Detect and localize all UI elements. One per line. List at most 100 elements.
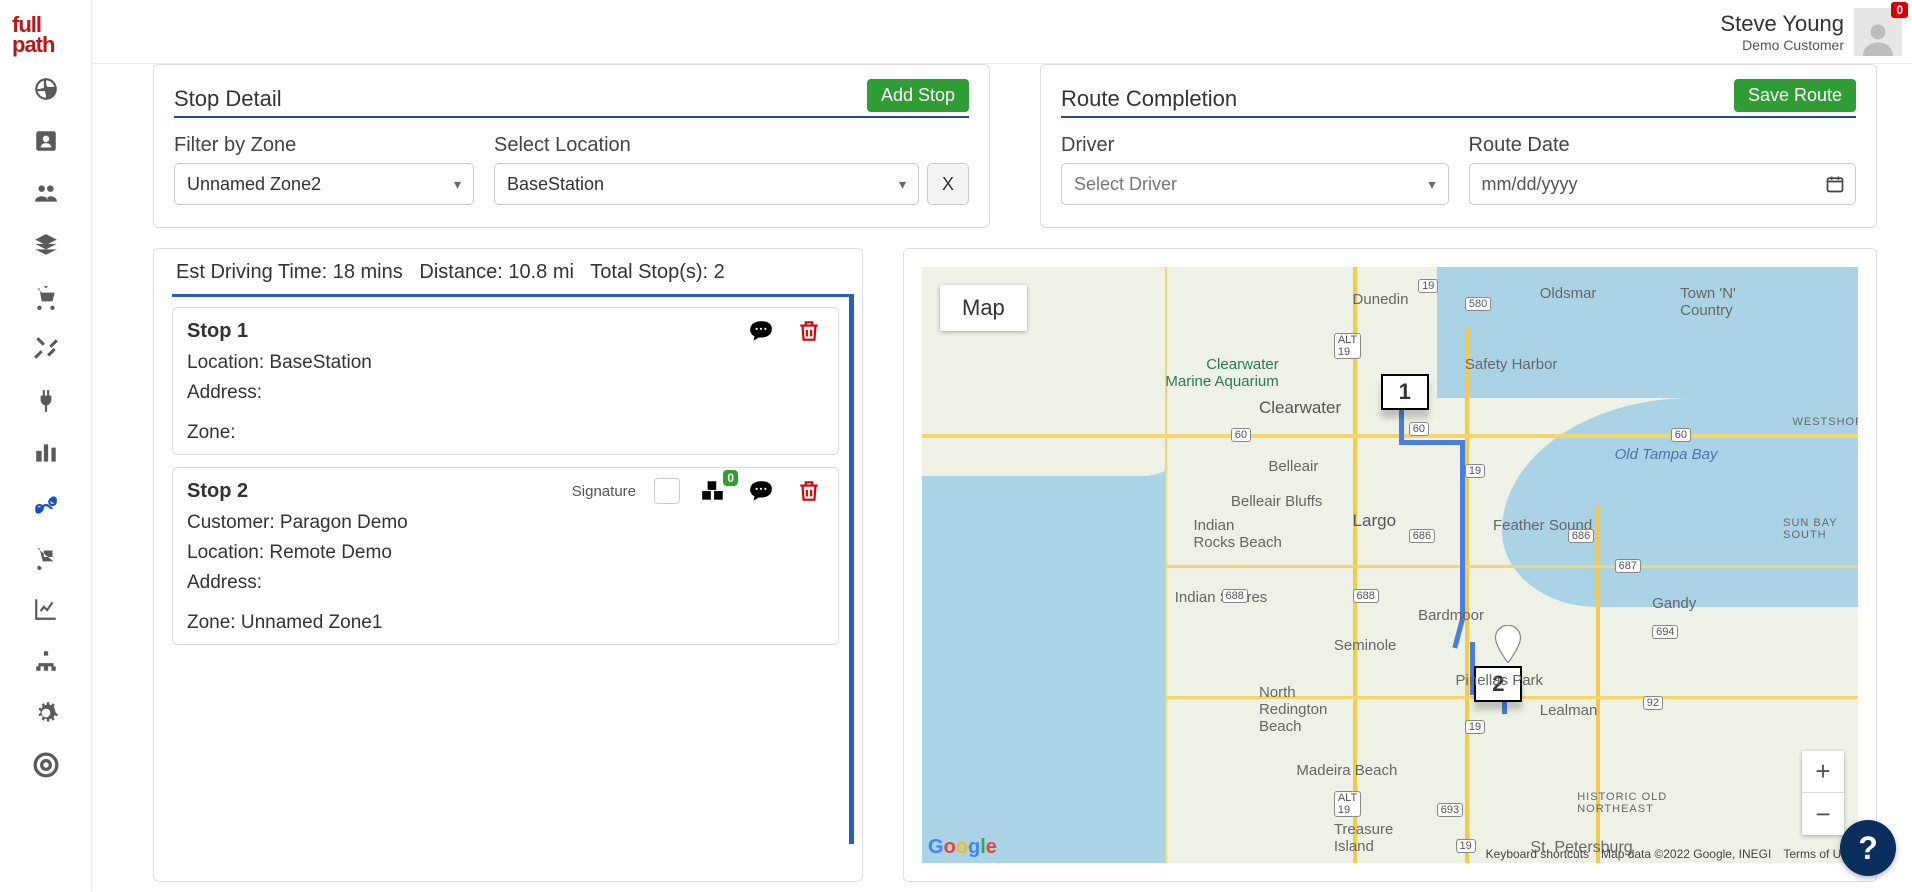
map-label: Indian Rocks Beach xyxy=(1193,517,1281,551)
map-marker-1[interactable]: 1 xyxy=(1381,374,1429,410)
comment-icon[interactable] xyxy=(746,478,776,504)
stop-address: Address: xyxy=(187,382,824,404)
map-pin-icon xyxy=(1493,625,1523,663)
sidebar: full path xyxy=(0,0,92,892)
stops-panel: Est Driving Time: 18 mins Distance: 10.8… xyxy=(153,248,863,882)
nav-plug-icon[interactable] xyxy=(28,387,64,415)
delete-icon[interactable] xyxy=(794,318,824,344)
zoom-controls: + − xyxy=(1802,751,1844,835)
user-text: Steve Young Demo Customer xyxy=(1720,11,1844,53)
filter-zone-select[interactable]: Unnamed Zone2 ▾ xyxy=(174,163,474,205)
chevron-down-icon: ▾ xyxy=(899,176,906,193)
stat-distance-value: 10.8 mi xyxy=(508,261,574,283)
notification-badge: 0 xyxy=(1891,2,1908,18)
map-panel: 1 2 Dunedin Oldsmar Town 'N' Country Saf… xyxy=(903,248,1877,882)
stop-detail-panel: Stop Detail Add Stop Filter by Zone Unna… xyxy=(153,64,990,228)
stops-list[interactable]: Stop 1 Location: BaseStation Address: Zo… xyxy=(172,294,854,844)
clear-location-button[interactable]: X xyxy=(927,163,969,205)
stop-card[interactable]: Stop 1 Location: BaseStation Address: Zo… xyxy=(172,307,839,455)
map-label: Pinellas Park xyxy=(1456,672,1544,689)
map-label: Madeira Beach xyxy=(1296,762,1397,779)
route-date-field: Route Date mm/dd/yyyy xyxy=(1469,134,1857,205)
location-value: BaseStation xyxy=(507,174,604,195)
map-label: Clearwater Marine Aquarium xyxy=(1165,356,1278,390)
stat-stops-value: 2 xyxy=(714,261,725,283)
chevron-down-icon: ▾ xyxy=(454,176,461,193)
nav-dashboard-icon[interactable] xyxy=(28,75,64,103)
nav-settings-icon[interactable] xyxy=(28,699,64,727)
map-label: Town 'N' Country xyxy=(1680,285,1736,319)
nav-routes-icon[interactable] xyxy=(28,491,64,519)
google-logo: Google xyxy=(928,836,997,859)
zoom-in-button[interactable]: + xyxy=(1802,751,1844,793)
stop-detail-fields: Filter by Zone Unnamed Zone2 ▾ Select Lo… xyxy=(174,134,969,205)
route-date-input[interactable]: mm/dd/yyyy xyxy=(1469,163,1857,205)
stop-card[interactable]: Stop 2 Signature 0 Customer: Pa xyxy=(172,467,839,645)
calendar-icon xyxy=(1825,174,1845,194)
user-block[interactable]: Steve Young Demo Customer 0 xyxy=(1720,8,1902,56)
driver-field: Driver Select Driver ▾ xyxy=(1061,134,1449,205)
save-route-button[interactable]: Save Route xyxy=(1734,79,1856,112)
map-label: Lealman xyxy=(1540,702,1598,719)
stop-detail-title: Stop Detail xyxy=(174,86,282,112)
map-label: Largo xyxy=(1353,511,1396,531)
packages-icon[interactable]: 0 xyxy=(698,478,728,504)
package-count-badge: 0 xyxy=(723,470,738,486)
map-label: Safety Harbor xyxy=(1465,356,1558,373)
nav-contacts-icon[interactable] xyxy=(28,127,64,155)
top-panels: Stop Detail Add Stop Filter by Zone Unna… xyxy=(153,64,1877,228)
route-completion-header: Route Completion Save Route xyxy=(1061,79,1856,118)
avatar[interactable]: 0 xyxy=(1854,8,1902,56)
nav-structure-icon[interactable] xyxy=(28,647,64,675)
help-button[interactable]: ? xyxy=(1840,820,1896,876)
logo[interactable]: full path xyxy=(0,0,92,65)
driver-placeholder: Select Driver xyxy=(1074,174,1177,195)
zoom-out-button[interactable]: − xyxy=(1802,793,1844,835)
stop-title: Stop 1 xyxy=(187,320,248,343)
content-row: Est Driving Time: 18 mins Distance: 10.8… xyxy=(153,248,1877,882)
location-field: Select Location BaseStation ▾ X xyxy=(494,134,969,205)
comment-icon[interactable] xyxy=(746,318,776,344)
stop-zone: Zone: Unnamed Zone1 xyxy=(187,612,824,634)
stat-stops-label: Total Stop(s): xyxy=(590,261,708,283)
map-shortcuts-link[interactable]: Keyboard shortcuts xyxy=(1486,847,1589,861)
nav xyxy=(0,65,91,779)
nav-users-icon[interactable] xyxy=(28,179,64,207)
map-label: Belleair xyxy=(1268,458,1318,475)
map[interactable]: 1 2 Dunedin Oldsmar Town 'N' Country Saf… xyxy=(922,267,1858,863)
map-label: North Redington Beach xyxy=(1259,684,1327,735)
driver-label: Driver xyxy=(1061,134,1449,157)
stop-address: Address: xyxy=(187,572,824,594)
nav-dolly-icon[interactable] xyxy=(28,543,64,571)
map-label: Old Tampa Bay xyxy=(1615,446,1718,463)
stop-zone: Zone: xyxy=(187,422,824,444)
location-select[interactable]: BaseStation ▾ xyxy=(494,163,919,205)
driver-select[interactable]: Select Driver ▾ xyxy=(1061,163,1449,205)
stat-time-value: 18 mins xyxy=(333,261,403,283)
add-stop-button[interactable]: Add Stop xyxy=(867,79,969,112)
map-type-button[interactable]: Map xyxy=(940,285,1027,331)
route-completion-title: Route Completion xyxy=(1061,86,1237,112)
map-label: Oldsmar xyxy=(1540,285,1597,302)
route-stats: Est Driving Time: 18 mins Distance: 10.8… xyxy=(172,261,854,284)
logo-text-2: path xyxy=(12,35,80,55)
map-label: Belleair Bluffs xyxy=(1231,493,1322,510)
nav-tools-icon[interactable] xyxy=(28,335,64,363)
nav-layers-icon[interactable] xyxy=(28,231,64,259)
nav-analytics-icon[interactable] xyxy=(28,595,64,623)
signature-checkbox[interactable] xyxy=(654,478,680,504)
map-label: Gandy xyxy=(1652,595,1696,612)
location-label: Select Location xyxy=(494,134,969,157)
delete-icon[interactable] xyxy=(794,478,824,504)
header: Steve Young Demo Customer 0 xyxy=(92,0,1912,64)
map-label: Clearwater xyxy=(1259,398,1341,418)
user-subtitle: Demo Customer xyxy=(1720,37,1844,53)
map-label: Bardmoor xyxy=(1418,607,1484,624)
map-data-text: Map data ©2022 Google, INEGI xyxy=(1601,847,1771,861)
nav-help-icon[interactable] xyxy=(28,751,64,779)
nav-cart-icon[interactable] xyxy=(28,283,64,311)
nav-warehouse-icon[interactable] xyxy=(28,439,64,467)
map-label: Dunedin xyxy=(1353,291,1409,308)
map-label: SUN BAY SOUTH xyxy=(1783,517,1837,541)
chevron-down-icon: ▾ xyxy=(1428,176,1435,193)
